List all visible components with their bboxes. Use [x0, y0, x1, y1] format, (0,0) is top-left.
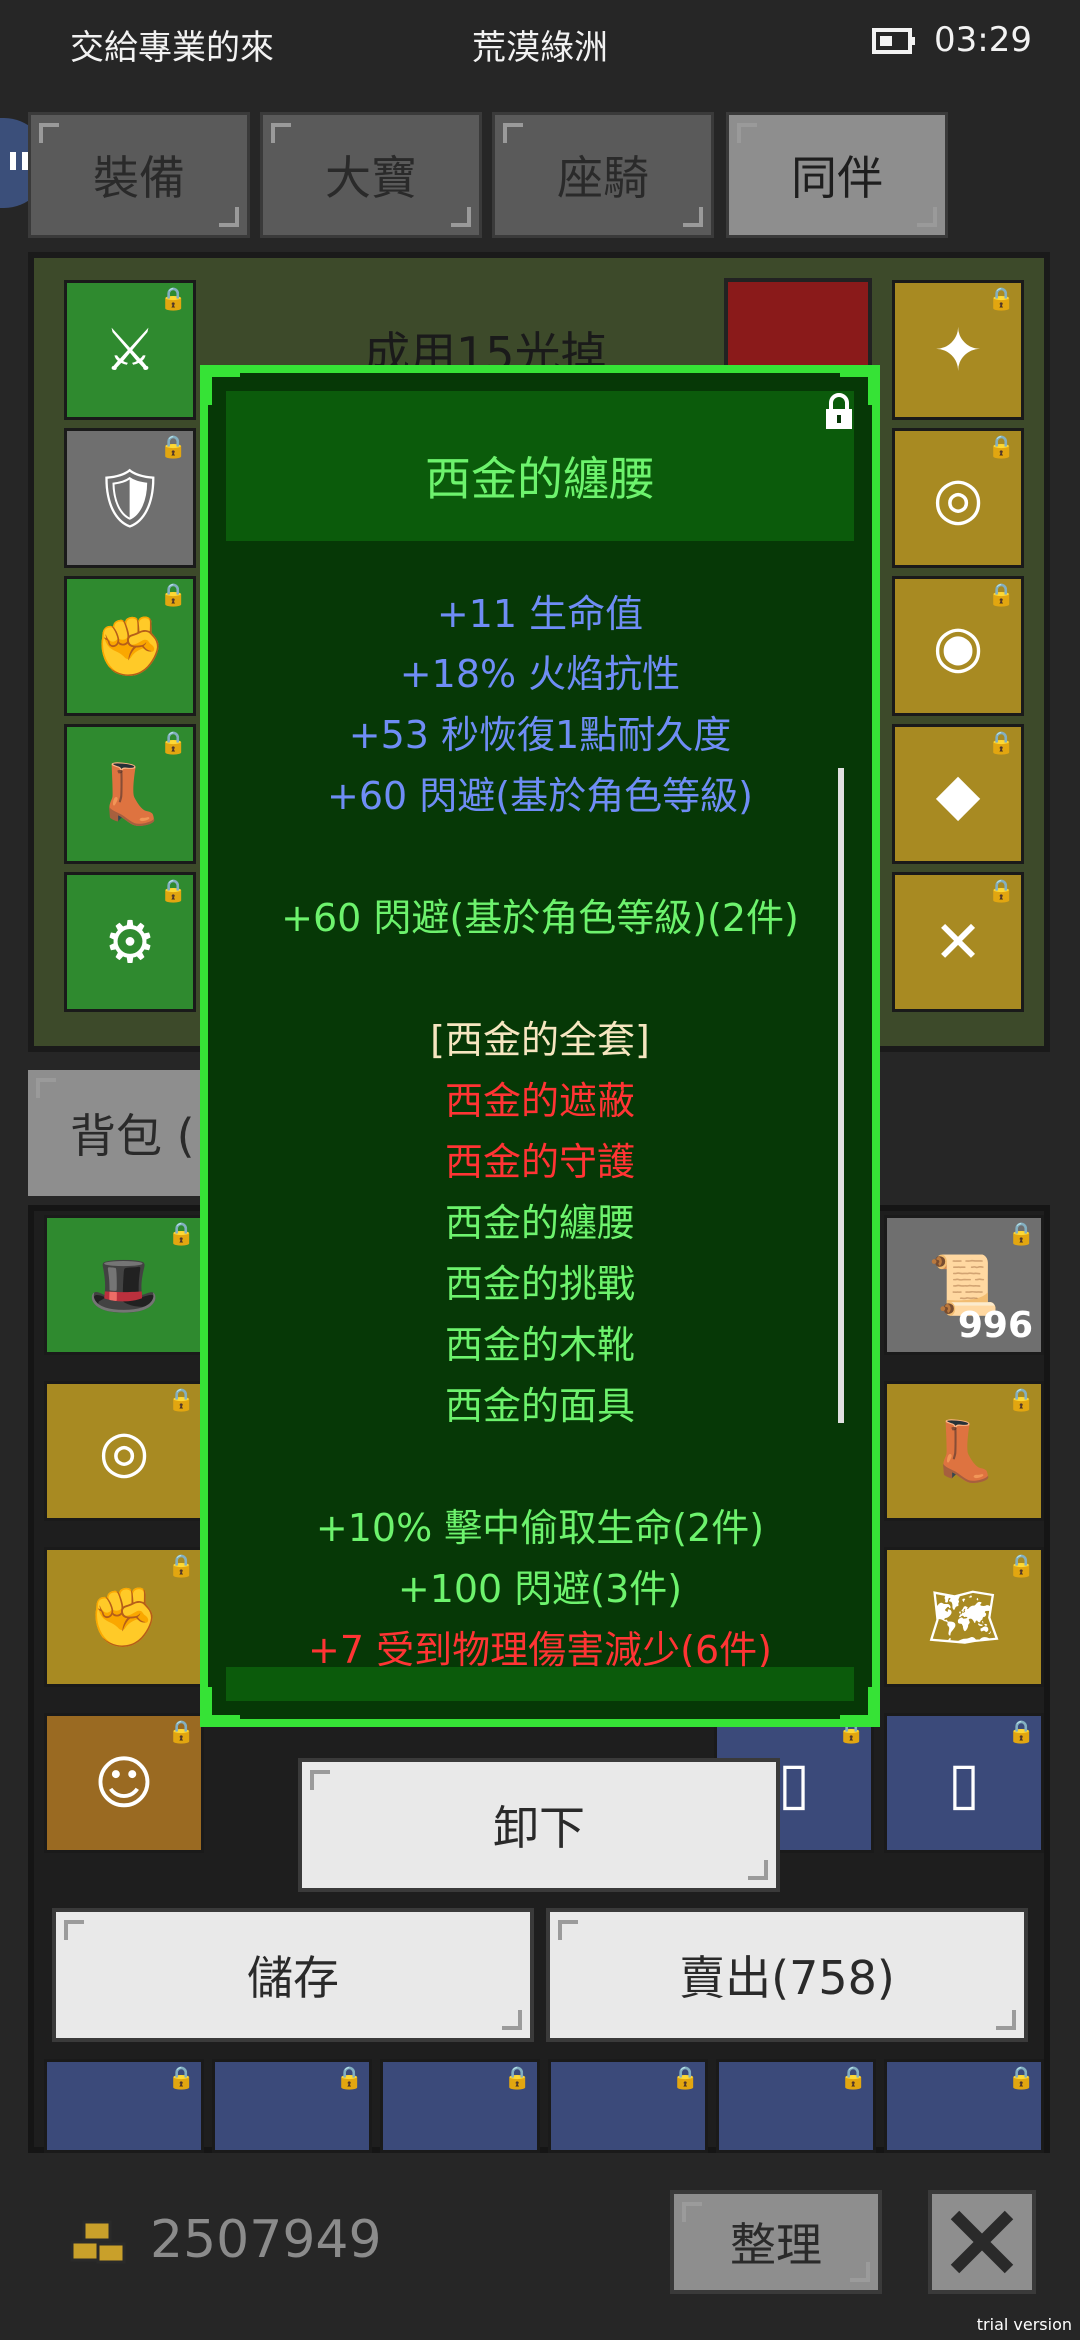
bag-slot-map[interactable]: 🗺 🔒	[884, 1547, 1044, 1687]
stat-line: +18% 火焰抗性	[399, 652, 681, 696]
store-button[interactable]: 儲存	[52, 1908, 534, 2042]
tab-equipment-label: 裝備	[93, 151, 185, 205]
tab-bag[interactable]: 背包 (	[28, 1070, 208, 1196]
set-item: 西金的面具	[444, 1384, 635, 1428]
sell-button[interactable]: 賣出(758)	[546, 1908, 1028, 2042]
bag-slot-scroll[interactable]: 📜 996 🔒	[884, 1215, 1044, 1355]
set-bonus: +100 閃避(3件)	[397, 1567, 683, 1611]
sort-button-label: 整理	[730, 2218, 822, 2272]
bag-slot-bottom-5[interactable]: 🔒	[716, 2059, 876, 2153]
tab-companion-label: 同伴	[791, 151, 883, 205]
unequip-button[interactable]: 卸下	[298, 1758, 780, 1892]
equip-slot-armor[interactable]: 🛡 🔒	[64, 428, 196, 568]
status-center-text: 荒漠綠洲	[472, 28, 608, 68]
close-button[interactable]	[928, 2190, 1036, 2294]
bag-slot-boots[interactable]: 👢 🔒	[884, 1381, 1044, 1521]
bag-item-count: 996	[957, 1305, 1033, 1346]
set-item: 西金的守護	[444, 1140, 635, 1184]
set-item: 西金的遮蔽	[444, 1079, 635, 1123]
equip-slot-belt[interactable]: ⚙ 🔒	[64, 872, 196, 1012]
stat-line: +11 生命值	[436, 592, 644, 636]
item-tooltip: 西金的纏腰 +11 生命值 +18% 火焰抗性 +53 秒恢復1點耐久度 +60…	[200, 365, 880, 1727]
stat-line: +53 秒恢復1點耐久度	[348, 713, 732, 757]
tab-companion[interactable]: 同伴	[726, 112, 948, 238]
equip-slot-charm[interactable]: ◆ 🔒	[892, 724, 1024, 864]
bag-slot-bottom-4[interactable]: 🔒	[548, 2059, 708, 2153]
bag-slot-bottom-3[interactable]: 🔒	[380, 2059, 540, 2153]
status-bar: 交給專業的來 荒漠綠洲 03:29	[0, 0, 1080, 90]
set-bonus-line: +60 閃避(基於角色等級)(2件)	[281, 896, 799, 940]
sort-button[interactable]: 整理	[670, 2190, 882, 2294]
set-bonus: +7 受到物理傷害減少(6件)	[308, 1628, 772, 1672]
set-bonus: +10% 擊中偷取生命(2件)	[315, 1506, 765, 1550]
equip-slot-helmet[interactable]: ⚔ 🔒	[64, 280, 196, 420]
equip-slot-ring-purple[interactable]: ◉ 🔒	[892, 576, 1024, 716]
bag-slot-2[interactable]: ◎ 🔒	[44, 1381, 204, 1521]
item-title: 西金的纏腰	[425, 452, 655, 506]
bag-slot-1[interactable]: 🎩 🔒	[44, 1215, 204, 1355]
bag-slot-bottom-1[interactable]: 🔒	[44, 2059, 204, 2153]
tooltip-bottom-band	[226, 1667, 854, 1701]
tab-mount[interactable]: 座騎	[492, 112, 714, 238]
equip-slot-boots[interactable]: 👢 🔒	[64, 724, 196, 864]
set-item: 西金的纏腰	[444, 1201, 635, 1245]
bag-slot-4[interactable]: ☺ 🔒	[44, 1713, 204, 1853]
stat-line: +60 閃避(基於角色等級)	[327, 774, 753, 818]
tab-treasure-label: 大寶	[325, 151, 417, 205]
trial-watermark: trial version	[976, 2315, 1072, 2334]
equip-slot-necklace[interactable]: ✦ 🔒	[892, 280, 1024, 420]
set-item: 西金的挑戰	[444, 1262, 635, 1306]
equip-slot-gloves[interactable]: ✊ 🔒	[64, 576, 196, 716]
set-name: [西金的全套]	[430, 1018, 650, 1062]
tab-mount-label: 座騎	[557, 151, 649, 205]
bag-slot-3[interactable]: ✊ 🔒	[44, 1547, 204, 1687]
status-left-text: 交給專業的來	[70, 28, 274, 68]
bag-slot-bottom-6[interactable]: 🔒	[884, 2059, 1044, 2153]
close-icon	[950, 2210, 1014, 2274]
store-button-label: 儲存	[247, 1951, 339, 2005]
sell-button-label: 賣出(758)	[679, 1951, 895, 2005]
equip-slot-ring-red[interactable]: ◎ 🔒	[892, 428, 1024, 568]
bag-slot-bottom-2[interactable]: 🔒	[212, 2059, 372, 2153]
gold-amount: 2507949	[150, 2210, 382, 2270]
gold-coins-icon	[70, 2220, 126, 2264]
unequip-button-label: 卸下	[493, 1801, 585, 1855]
battery-icon	[872, 28, 915, 54]
set-item: 西金的木靴	[444, 1323, 635, 1367]
lock-icon[interactable]	[824, 393, 854, 431]
equip-slot-wings[interactable]: ✕ 🔒	[892, 872, 1024, 1012]
tab-equipment[interactable]: 裝備	[28, 112, 250, 238]
tab-bag-label: 背包 (	[70, 1109, 195, 1163]
bag-slot-card[interactable]: ▯ 🔒	[884, 1713, 1044, 1853]
tab-treasure[interactable]: 大寶	[260, 112, 482, 238]
status-time: 03:29	[934, 20, 1032, 60]
